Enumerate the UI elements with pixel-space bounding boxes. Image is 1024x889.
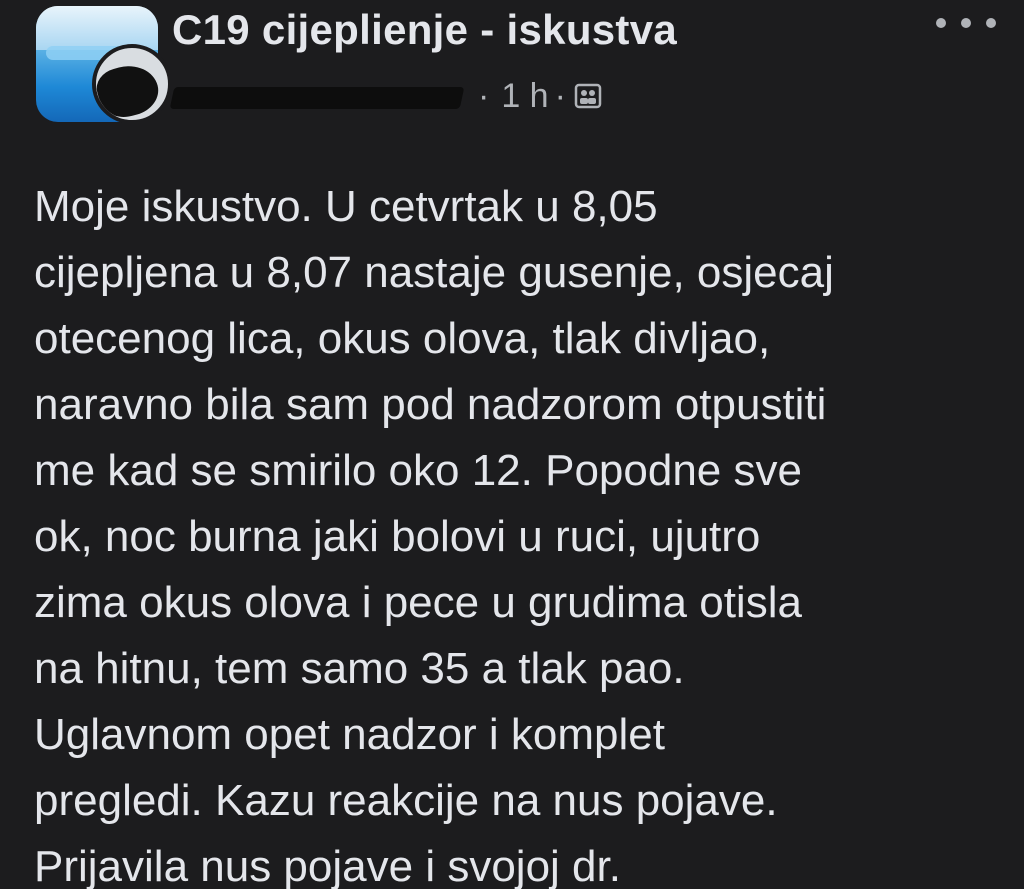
group-members-icon [574,82,602,110]
more-dot [961,18,971,28]
post-text-line: naravno bila sam pod nadzorom otpustiti [34,380,827,429]
post-timestamp[interactable]: 1 h [501,77,548,116]
post-text-line: na hitnu, tem samo 35 a tlak pao. [34,644,685,693]
post-text-line: otecenog lica, okus olova, tlak divljao, [34,314,771,363]
post-text-line: pregledi. Kazu reakcije na nus pojave. [34,776,778,825]
post-text-line: cijepljena u 8,07 nastaje gusenje, osjec… [34,248,834,297]
post-text-line: ok, noc burna jaki bolovi u ruci, ujutro [34,512,761,561]
group-name-link[interactable]: C19 cijeplienje - iskustva [172,6,677,54]
meta-separator: · [554,76,566,115]
more-dot [936,18,946,28]
user-avatar[interactable] [92,44,172,124]
more-dot [986,18,996,28]
post-text-line: zima okus olova i pece u grudima otisla [34,578,802,627]
post-text-line: me kad se smirilo oko 12. Popodne sve [34,446,802,495]
post-text-line: Prijavila nus pojave i svojoj dr. [34,842,621,889]
post-text-line: Moje iskustvo. U cetvrtak u 8,05 [34,182,658,231]
meta-separator: · [478,76,490,115]
author-name-redacted [169,81,472,111]
redaction-bar [169,87,465,109]
more-options-icon[interactable] [936,8,996,38]
post-meta: · 1 h · [169,74,602,118]
post-text: Moje iskustvo. U cetvrtak u 8,05 cijeplj… [34,174,994,889]
post-text-line: Uglavnom opet nadzor i komplet [34,710,665,759]
post-header: C19 cijeplienje - iskustva · 1 h · [0,0,1024,150]
group-avatar-sky [36,6,158,51]
